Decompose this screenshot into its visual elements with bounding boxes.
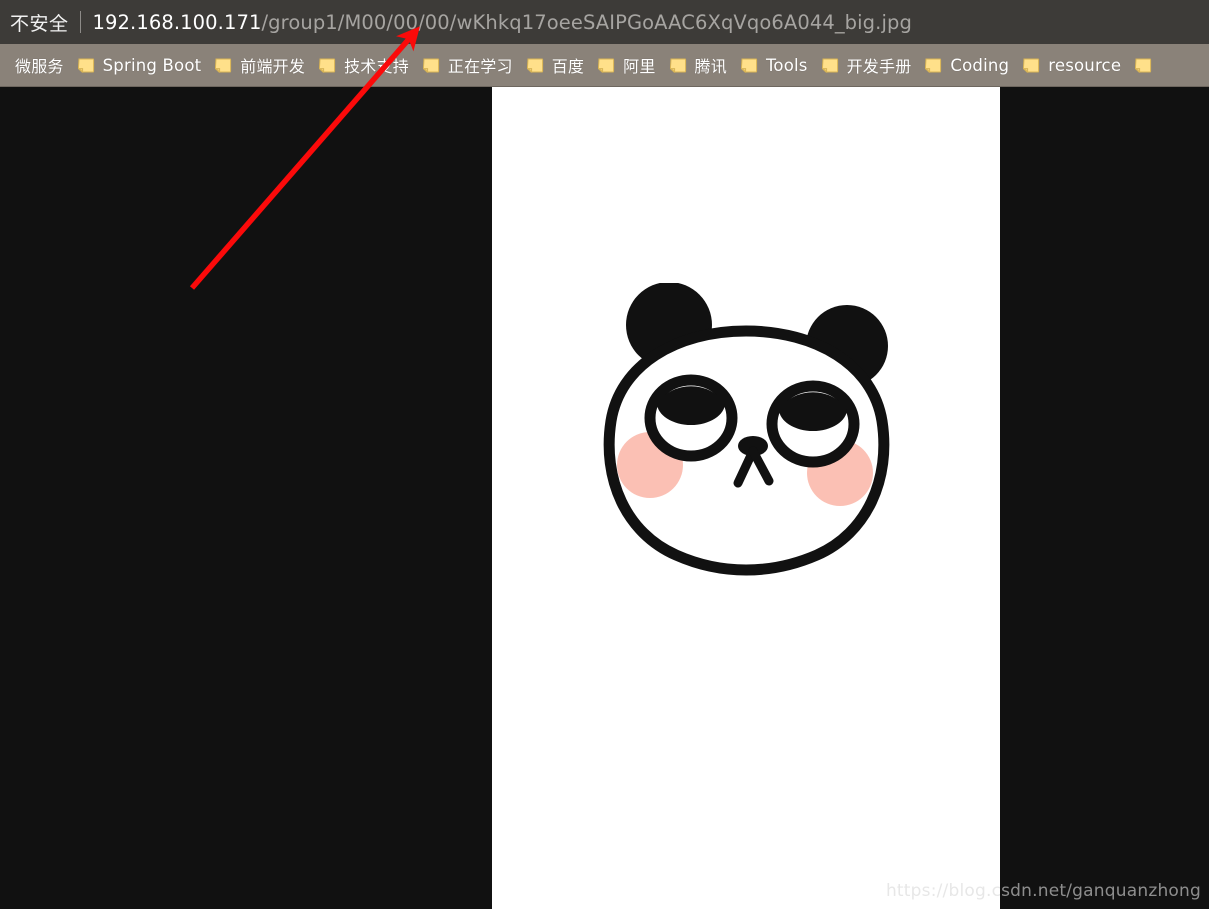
url-path: /group1/M00/00/00/wKhkq17oeeSAIPGoAAC6Xq…: [261, 10, 912, 34]
bookmark-item-2[interactable]: 前端开发: [208, 50, 312, 80]
bookmark-item-10[interactable]: Coding: [918, 50, 1016, 80]
page-viewport: https://blog.csdn.net/ganquanzhong: [0, 87, 1209, 909]
bookmark-item-0[interactable]: 微服务: [8, 50, 71, 80]
bookmark-item-6[interactable]: 阿里: [591, 50, 662, 80]
omnibox-divider: [79, 11, 81, 33]
folder-icon: [598, 58, 615, 73]
folder-icon: [925, 58, 942, 73]
bookmark-label: Spring Boot: [102, 55, 202, 75]
bookmark-label: 前端开发: [240, 57, 306, 76]
url-text[interactable]: 192.168.100.171/group1/M00/00/00/wKhkq17…: [93, 11, 912, 34]
bookmark-label: 腾讯: [694, 57, 727, 76]
bookmark-item-3[interactable]: 技术支持: [312, 50, 416, 80]
omnibox[interactable]: 不安全 192.168.100.171/group1/M00/00/00/wKh…: [0, 0, 1209, 44]
folder-icon: [526, 58, 544, 73]
security-status-label[interactable]: 不安全: [10, 9, 69, 36]
bookmark-item-4[interactable]: 正在学习: [416, 50, 520, 80]
browser-window: 不安全 192.168.100.171/group1/M00/00/00/wKh…: [0, 0, 1209, 909]
image-canvas: [492, 87, 1000, 909]
bookmark-item-12[interactable]: [1128, 50, 1167, 80]
watermark-text: https://blog.csdn.net/ganquanzhong: [885, 881, 1201, 901]
bookmark-label: Coding: [950, 55, 1010, 75]
folder-icon: [422, 58, 440, 73]
bookmark-item-9[interactable]: 开发手册: [815, 50, 919, 80]
bookmark-item-8[interactable]: Tools: [734, 50, 815, 80]
panda-illustration: [492, 283, 1000, 583]
bookmark-label: Tools: [765, 55, 808, 75]
folder-icon: [77, 58, 95, 73]
folder-icon: [215, 58, 232, 73]
folder-icon: [1135, 58, 1152, 73]
folder-icon: [740, 58, 758, 73]
bookmark-label: 微服务: [15, 57, 64, 76]
bookmark-label: resource: [1048, 55, 1122, 75]
bookmark-item-5[interactable]: 百度: [520, 50, 591, 80]
folder-icon: [319, 58, 336, 73]
bookmark-label: 百度: [551, 57, 585, 76]
url-host: 192.168.100.171: [92, 10, 262, 34]
bookmark-label: 正在学习: [447, 57, 513, 76]
panda-face-icon: [603, 283, 890, 576]
bookmark-label: 开发手册: [846, 57, 912, 76]
folder-icon: [821, 58, 839, 73]
folder-icon: [1023, 58, 1040, 73]
bookmark-label: 技术支持: [344, 57, 409, 76]
bookmarks-bar[interactable]: 微服务 Spring Boot 前端开发 技术支持 正在学习 百度 阿里 腾讯 Tools 开发手…: [0, 44, 1209, 87]
bookmark-label: 阿里: [623, 57, 656, 76]
folder-icon: [669, 58, 687, 73]
bookmark-item-1[interactable]: Spring Boot: [71, 50, 209, 80]
bookmark-item-11[interactable]: resource: [1016, 50, 1128, 80]
bookmark-item-7[interactable]: 腾讯: [663, 50, 734, 80]
